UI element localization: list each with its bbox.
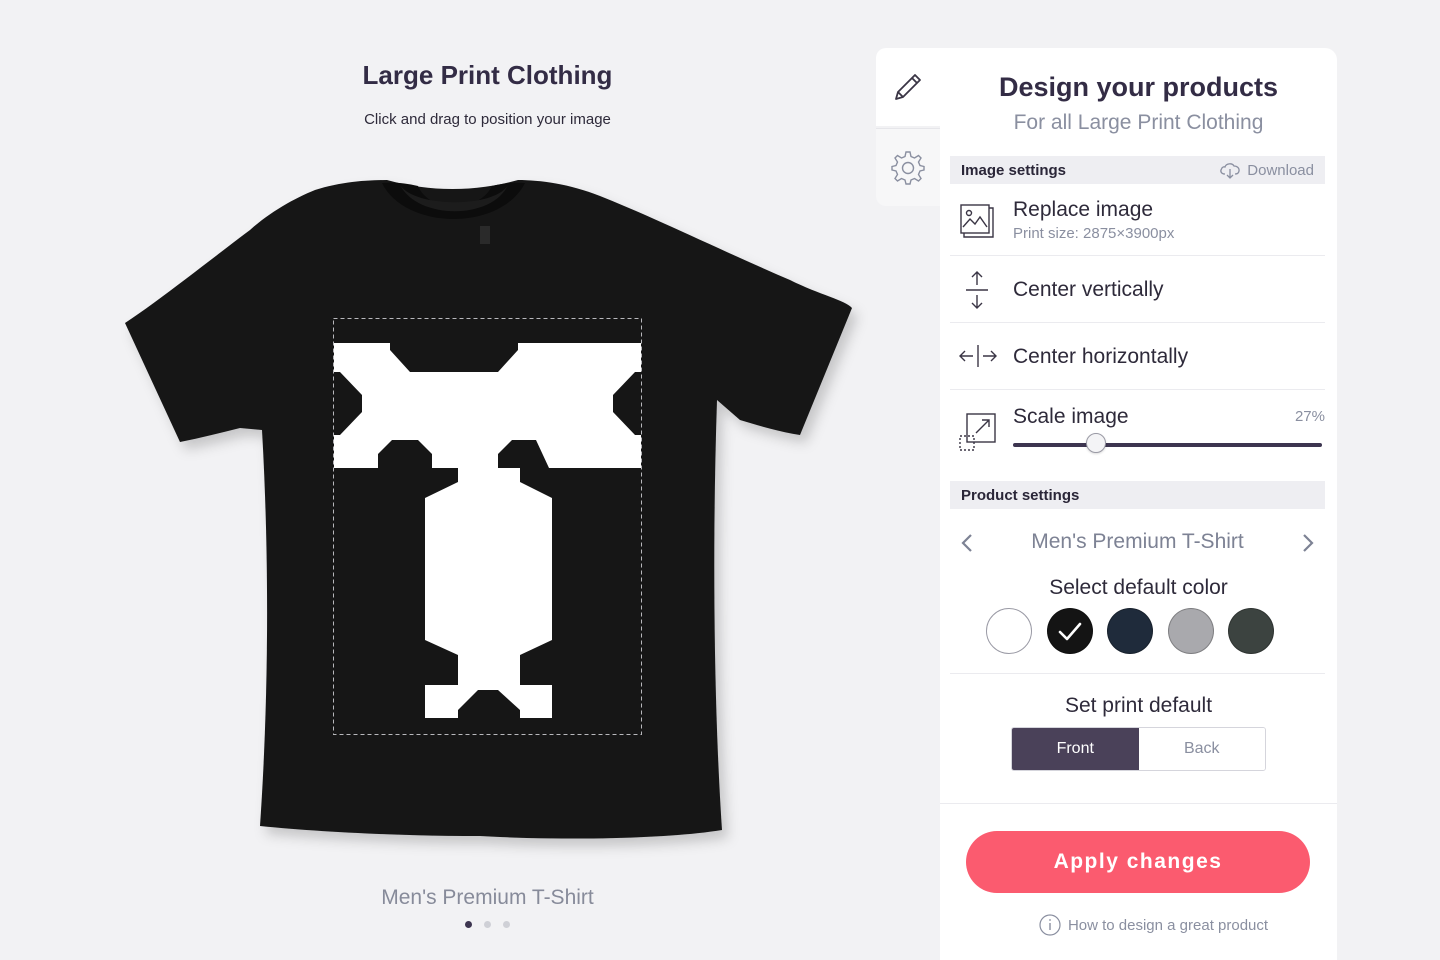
back-option[interactable]: Back bbox=[1138, 728, 1265, 770]
carousel-dots bbox=[0, 921, 975, 928]
replace-image-row[interactable]: Replace image Print size: 2875×3900px bbox=[950, 188, 1325, 256]
download-button[interactable]: Download bbox=[1219, 161, 1314, 179]
product-settings-header: Product settings bbox=[950, 481, 1325, 509]
design-panel: Design your products For all Large Print… bbox=[940, 48, 1337, 960]
center-horizontal-icon bbox=[959, 345, 997, 367]
center-vertically-label: Center vertically bbox=[1013, 278, 1164, 301]
selected-product-name: Men's Premium T-Shirt bbox=[1031, 530, 1244, 553]
print-size-text: Print size: 2875×3900px bbox=[1013, 225, 1175, 242]
gear-icon bbox=[891, 150, 925, 185]
image-icon bbox=[960, 204, 994, 238]
preview-product-name: Men's Premium T-Shirt bbox=[381, 886, 594, 909]
panel-title: Design your products bbox=[998, 72, 1279, 102]
print-default-label: Set print default bbox=[1064, 694, 1213, 717]
select-color-label: Select default color bbox=[1049, 576, 1228, 599]
front-option[interactable]: Front bbox=[1012, 728, 1139, 770]
carousel-dot[interactable] bbox=[484, 921, 491, 928]
page-subtitle: Click and drag to position your image bbox=[364, 111, 611, 128]
tab-design[interactable] bbox=[876, 48, 940, 126]
help-label: How to design a great product bbox=[1067, 916, 1269, 934]
tshirt-tag bbox=[480, 226, 490, 244]
page-title: Large Print Clothing bbox=[362, 60, 613, 90]
carousel-dot[interactable] bbox=[503, 921, 510, 928]
color-swatch-black[interactable] bbox=[1046, 608, 1093, 654]
divider bbox=[950, 673, 1325, 674]
color-swatch-heather-grey[interactable] bbox=[1167, 608, 1214, 654]
cloud-download-icon bbox=[1220, 163, 1240, 179]
apply-changes-button[interactable]: Apply changes bbox=[966, 831, 1310, 893]
center-horizontally-label: Center horizontally bbox=[1013, 345, 1189, 368]
pencil-icon bbox=[895, 74, 921, 100]
scale-image-label: Scale image bbox=[1013, 405, 1129, 428]
color-swatch-navy[interactable] bbox=[1107, 608, 1153, 654]
divider bbox=[940, 803, 1337, 804]
tshirt-mockup bbox=[125, 180, 852, 839]
product-switcher: Men's Premium T-Shirt bbox=[950, 526, 1325, 560]
image-settings-header: Image settings Download bbox=[950, 156, 1325, 184]
scale-value: 27% bbox=[1294, 408, 1325, 425]
center-horizontally-row[interactable]: Center horizontally bbox=[950, 323, 1325, 390]
center-vertical-icon bbox=[966, 271, 988, 309]
center-vertically-row[interactable]: Center vertically bbox=[950, 256, 1325, 323]
panel-subtitle: For all Large Print Clothing bbox=[1013, 111, 1264, 134]
chevron-right-icon bbox=[1303, 534, 1314, 552]
checkmark-icon bbox=[1058, 622, 1081, 641]
print-side-toggle: Front Back bbox=[1011, 727, 1266, 771]
color-swatch-white[interactable] bbox=[986, 608, 1032, 654]
replace-image-label: Replace image bbox=[1013, 198, 1154, 221]
download-label: Download bbox=[1247, 161, 1314, 179]
info-icon bbox=[1039, 914, 1061, 936]
color-swatch-charcoal[interactable] bbox=[1228, 608, 1274, 654]
next-product-button[interactable] bbox=[1293, 528, 1323, 558]
scale-slider-track[interactable] bbox=[1013, 443, 1322, 447]
help-link[interactable]: How to design a great product bbox=[940, 914, 1367, 936]
scale-icon bbox=[959, 413, 996, 451]
preview-area: Large Print Clothing Click and drag to p… bbox=[0, 0, 880, 960]
carousel-dot[interactable] bbox=[465, 921, 472, 928]
scale-slider-thumb[interactable] bbox=[1086, 433, 1107, 453]
side-tabs bbox=[876, 48, 940, 206]
tab-settings[interactable] bbox=[876, 128, 940, 206]
scale-image-row: Scale image 27% bbox=[950, 390, 1325, 472]
design-canvas[interactable] bbox=[100, 150, 875, 870]
product-settings-label: Product settings bbox=[961, 486, 1080, 504]
image-settings-label: Image settings bbox=[961, 161, 1067, 179]
